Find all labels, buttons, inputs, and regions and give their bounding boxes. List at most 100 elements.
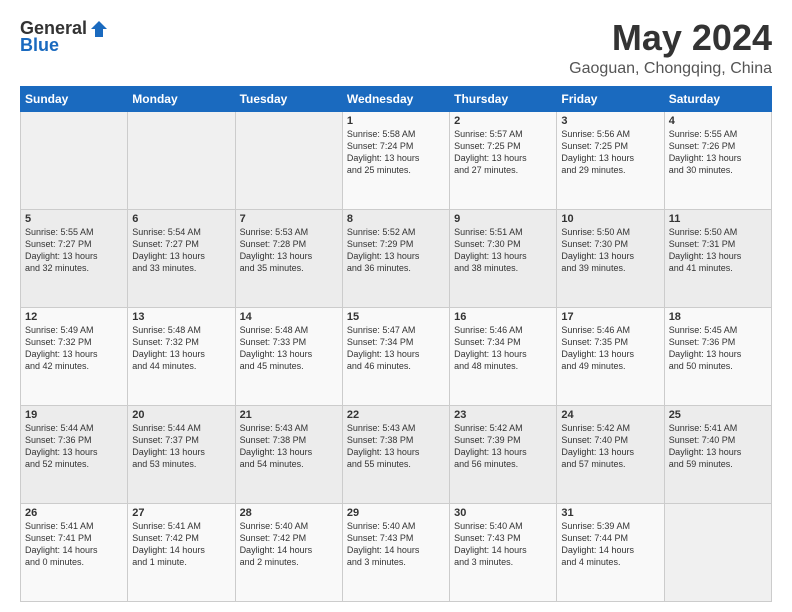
day-number: 27: [132, 507, 230, 519]
day-number: 28: [240, 507, 338, 519]
col-monday: Monday: [128, 86, 235, 111]
day-info: Sunrise: 5:46 AM Sunset: 7:35 PM Dayligh…: [561, 324, 659, 373]
day-info: Sunrise: 5:42 AM Sunset: 7:39 PM Dayligh…: [454, 422, 552, 471]
logo-blue: Blue: [20, 35, 59, 56]
day-number: 10: [561, 213, 659, 225]
col-wednesday: Wednesday: [342, 86, 449, 111]
day-info: Sunrise: 5:50 AM Sunset: 7:31 PM Dayligh…: [669, 226, 767, 275]
day-number: 31: [561, 507, 659, 519]
day-cell: 20Sunrise: 5:44 AM Sunset: 7:37 PM Dayli…: [128, 405, 235, 503]
week-row-5: 26Sunrise: 5:41 AM Sunset: 7:41 PM Dayli…: [21, 503, 772, 601]
day-number: 26: [25, 507, 123, 519]
day-cell: 1Sunrise: 5:58 AM Sunset: 7:24 PM Daylig…: [342, 111, 449, 209]
day-cell: 29Sunrise: 5:40 AM Sunset: 7:43 PM Dayli…: [342, 503, 449, 601]
calendar-body: 1Sunrise: 5:58 AM Sunset: 7:24 PM Daylig…: [21, 111, 772, 601]
day-number: 25: [669, 409, 767, 421]
day-cell: 22Sunrise: 5:43 AM Sunset: 7:38 PM Dayli…: [342, 405, 449, 503]
day-cell: 30Sunrise: 5:40 AM Sunset: 7:43 PM Dayli…: [450, 503, 557, 601]
page: General Blue May 2024 Gaoguan, Chongqing…: [0, 0, 792, 612]
day-number: 11: [669, 213, 767, 225]
day-cell: 3Sunrise: 5:56 AM Sunset: 7:25 PM Daylig…: [557, 111, 664, 209]
day-info: Sunrise: 5:43 AM Sunset: 7:38 PM Dayligh…: [240, 422, 338, 471]
title-block: May 2024 Gaoguan, Chongqing, China: [569, 18, 772, 78]
day-number: 16: [454, 311, 552, 323]
day-cell: 11Sunrise: 5:50 AM Sunset: 7:31 PM Dayli…: [664, 209, 771, 307]
header: General Blue May 2024 Gaoguan, Chongqing…: [20, 18, 772, 78]
day-info: Sunrise: 5:54 AM Sunset: 7:27 PM Dayligh…: [132, 226, 230, 275]
day-number: 5: [25, 213, 123, 225]
day-number: 13: [132, 311, 230, 323]
day-cell: [21, 111, 128, 209]
col-friday: Friday: [557, 86, 664, 111]
day-number: 1: [347, 115, 445, 127]
day-info: Sunrise: 5:42 AM Sunset: 7:40 PM Dayligh…: [561, 422, 659, 471]
day-cell: 21Sunrise: 5:43 AM Sunset: 7:38 PM Dayli…: [235, 405, 342, 503]
day-cell: 25Sunrise: 5:41 AM Sunset: 7:40 PM Dayli…: [664, 405, 771, 503]
day-number: 20: [132, 409, 230, 421]
day-info: Sunrise: 5:51 AM Sunset: 7:30 PM Dayligh…: [454, 226, 552, 275]
logo-icon: [89, 19, 109, 39]
day-number: 22: [347, 409, 445, 421]
calendar-table: Sunday Monday Tuesday Wednesday Thursday…: [20, 86, 772, 602]
day-number: 3: [561, 115, 659, 127]
month-title: May 2024: [569, 18, 772, 58]
col-thursday: Thursday: [450, 86, 557, 111]
day-cell: [128, 111, 235, 209]
col-sunday: Sunday: [21, 86, 128, 111]
day-number: 9: [454, 213, 552, 225]
day-cell: 19Sunrise: 5:44 AM Sunset: 7:36 PM Dayli…: [21, 405, 128, 503]
day-cell: 7Sunrise: 5:53 AM Sunset: 7:28 PM Daylig…: [235, 209, 342, 307]
day-cell: 28Sunrise: 5:40 AM Sunset: 7:42 PM Dayli…: [235, 503, 342, 601]
day-number: 19: [25, 409, 123, 421]
day-number: 15: [347, 311, 445, 323]
day-info: Sunrise: 5:40 AM Sunset: 7:43 PM Dayligh…: [347, 520, 445, 569]
day-info: Sunrise: 5:40 AM Sunset: 7:43 PM Dayligh…: [454, 520, 552, 569]
day-number: 30: [454, 507, 552, 519]
day-number: 2: [454, 115, 552, 127]
day-info: Sunrise: 5:44 AM Sunset: 7:36 PM Dayligh…: [25, 422, 123, 471]
day-cell: 15Sunrise: 5:47 AM Sunset: 7:34 PM Dayli…: [342, 307, 449, 405]
day-info: Sunrise: 5:55 AM Sunset: 7:26 PM Dayligh…: [669, 128, 767, 177]
day-cell: 4Sunrise: 5:55 AM Sunset: 7:26 PM Daylig…: [664, 111, 771, 209]
day-info: Sunrise: 5:48 AM Sunset: 7:33 PM Dayligh…: [240, 324, 338, 373]
day-info: Sunrise: 5:45 AM Sunset: 7:36 PM Dayligh…: [669, 324, 767, 373]
day-info: Sunrise: 5:44 AM Sunset: 7:37 PM Dayligh…: [132, 422, 230, 471]
day-number: 29: [347, 507, 445, 519]
day-info: Sunrise: 5:41 AM Sunset: 7:42 PM Dayligh…: [132, 520, 230, 569]
header-row: Sunday Monday Tuesday Wednesday Thursday…: [21, 86, 772, 111]
week-row-1: 1Sunrise: 5:58 AM Sunset: 7:24 PM Daylig…: [21, 111, 772, 209]
day-cell: 12Sunrise: 5:49 AM Sunset: 7:32 PM Dayli…: [21, 307, 128, 405]
day-number: 12: [25, 311, 123, 323]
day-info: Sunrise: 5:40 AM Sunset: 7:42 PM Dayligh…: [240, 520, 338, 569]
day-cell: 5Sunrise: 5:55 AM Sunset: 7:27 PM Daylig…: [21, 209, 128, 307]
day-number: 7: [240, 213, 338, 225]
day-cell: 8Sunrise: 5:52 AM Sunset: 7:29 PM Daylig…: [342, 209, 449, 307]
day-cell: 26Sunrise: 5:41 AM Sunset: 7:41 PM Dayli…: [21, 503, 128, 601]
day-info: Sunrise: 5:47 AM Sunset: 7:34 PM Dayligh…: [347, 324, 445, 373]
col-tuesday: Tuesday: [235, 86, 342, 111]
day-info: Sunrise: 5:56 AM Sunset: 7:25 PM Dayligh…: [561, 128, 659, 177]
day-info: Sunrise: 5:41 AM Sunset: 7:41 PM Dayligh…: [25, 520, 123, 569]
week-row-2: 5Sunrise: 5:55 AM Sunset: 7:27 PM Daylig…: [21, 209, 772, 307]
day-info: Sunrise: 5:48 AM Sunset: 7:32 PM Dayligh…: [132, 324, 230, 373]
day-info: Sunrise: 5:46 AM Sunset: 7:34 PM Dayligh…: [454, 324, 552, 373]
day-number: 14: [240, 311, 338, 323]
day-info: Sunrise: 5:53 AM Sunset: 7:28 PM Dayligh…: [240, 226, 338, 275]
day-cell: 2Sunrise: 5:57 AM Sunset: 7:25 PM Daylig…: [450, 111, 557, 209]
logo: General Blue: [20, 18, 109, 56]
day-info: Sunrise: 5:41 AM Sunset: 7:40 PM Dayligh…: [669, 422, 767, 471]
day-number: 6: [132, 213, 230, 225]
day-cell: 27Sunrise: 5:41 AM Sunset: 7:42 PM Dayli…: [128, 503, 235, 601]
day-cell: 6Sunrise: 5:54 AM Sunset: 7:27 PM Daylig…: [128, 209, 235, 307]
day-cell: 23Sunrise: 5:42 AM Sunset: 7:39 PM Dayli…: [450, 405, 557, 503]
day-number: 17: [561, 311, 659, 323]
day-number: 24: [561, 409, 659, 421]
day-info: Sunrise: 5:58 AM Sunset: 7:24 PM Dayligh…: [347, 128, 445, 177]
day-cell: 10Sunrise: 5:50 AM Sunset: 7:30 PM Dayli…: [557, 209, 664, 307]
day-number: 4: [669, 115, 767, 127]
day-info: Sunrise: 5:50 AM Sunset: 7:30 PM Dayligh…: [561, 226, 659, 275]
day-cell: [235, 111, 342, 209]
day-cell: 13Sunrise: 5:48 AM Sunset: 7:32 PM Dayli…: [128, 307, 235, 405]
day-number: 21: [240, 409, 338, 421]
day-info: Sunrise: 5:43 AM Sunset: 7:38 PM Dayligh…: [347, 422, 445, 471]
